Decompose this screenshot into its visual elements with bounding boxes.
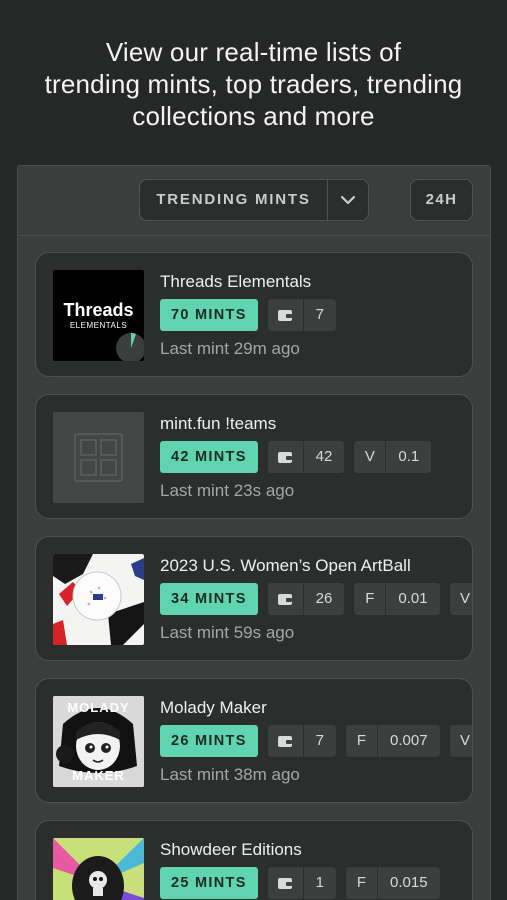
- headline: View our real-time lists of trending min…: [0, 36, 507, 132]
- stat-badges: 25 MINTS 1 F 0.015: [160, 867, 440, 899]
- last-mint-time: Last mint 59s ago: [160, 623, 295, 642]
- collection-thumbnail: [53, 838, 144, 900]
- floor-stat: F 0.007: [346, 725, 440, 757]
- wallet-icon: [268, 867, 304, 899]
- value-stat: V 0.1: [354, 441, 432, 473]
- mints-count-badge: 34 MINTS: [160, 583, 258, 615]
- wallet-icon: [268, 299, 304, 331]
- mints-count-badge: 25 MINTS: [160, 867, 258, 899]
- mints-count-badge: 42 MINTS: [160, 441, 258, 473]
- stat-key: F: [346, 725, 379, 757]
- collection-thumbnail: MOLADY MAKER: [53, 696, 144, 787]
- wallet-count: 7: [315, 306, 325, 323]
- collection-title: 2023 U.S. Women’s Open ArtBall: [160, 556, 411, 575]
- list-toolbar: TRENDING MINTS 24H: [18, 166, 490, 236]
- value-stat-clipped: V: [449, 583, 472, 615]
- thumb-title: Threads: [63, 300, 134, 320]
- stat-value: 0.1: [398, 448, 420, 465]
- stat-badges: 26 MINTS 7 F 0.007 V: [160, 725, 472, 757]
- headline-line-1: View our real-time lists of: [105, 37, 402, 67]
- floor-stat: F 0.015: [346, 867, 440, 899]
- thumb-subtitle: ELEMENTALS: [69, 321, 128, 330]
- stat-key: F: [346, 867, 379, 899]
- collection-card[interactable]: Threads ELEMENTALS Threads Elementals 70…: [35, 252, 473, 377]
- wallet-count: 42: [315, 448, 333, 465]
- thumb-text-top: MOLADY: [67, 700, 130, 715]
- stat-value: 0.007: [390, 732, 428, 749]
- chevron-down-icon[interactable]: [328, 180, 368, 220]
- trending-panel: TRENDING MINTS 24H Threads ELEMENTALS Th…: [17, 165, 491, 900]
- wallet-stat: 7: [267, 725, 337, 757]
- collection-title: Threads Elementals: [160, 272, 312, 291]
- wallet-stat: 1: [267, 867, 337, 899]
- stat-key: V: [450, 583, 472, 615]
- wallet-count: 26: [315, 590, 333, 607]
- collection-card[interactable]: Showdeer Editions 25 MINTS 1 F 0.015: [35, 820, 473, 900]
- stat-key: V: [354, 441, 387, 473]
- mint-progress-ring: [116, 333, 144, 361]
- headline-line-2: trending mints, top traders, trending: [44, 69, 463, 99]
- wallet-stat: 42: [267, 441, 345, 473]
- collection-card[interactable]: 2023 U.S. Women’s Open ArtBall 34 MINTS …: [35, 536, 473, 661]
- collection-title: Showdeer Editions: [160, 840, 302, 859]
- wallet-stat: 26: [267, 583, 345, 615]
- collection-thumbnail: [53, 554, 144, 645]
- wallet-icon: [268, 583, 304, 615]
- list-type-label: TRENDING MINTS: [140, 180, 328, 220]
- stat-key: V: [450, 725, 472, 757]
- value-stat-clipped: V: [449, 725, 472, 757]
- floor-stat: F 0.01: [354, 583, 440, 615]
- wallet-icon: [268, 441, 304, 473]
- collection-title: mint.fun !teams: [160, 414, 277, 433]
- collection-title: Molady Maker: [160, 698, 267, 717]
- time-period-button[interactable]: 24H: [410, 179, 473, 221]
- stat-badges: 70 MINTS 7: [160, 299, 337, 331]
- mints-count-badge: 70 MINTS: [160, 299, 258, 331]
- stat-value: 0.015: [390, 874, 428, 891]
- stat-badges: 42 MINTS 42 V 0.1: [160, 441, 432, 473]
- list-type-dropdown[interactable]: TRENDING MINTS: [139, 179, 369, 221]
- stat-value: 0.01: [398, 590, 428, 607]
- collection-card[interactable]: MOLADY MAKER Molady Maker 26 MINTS 7 F 0…: [35, 678, 473, 803]
- last-mint-time: Last mint 23s ago: [160, 481, 295, 500]
- last-mint-time: Last mint 29m ago: [160, 339, 300, 358]
- headline-line-3: collections and more: [132, 101, 375, 131]
- placeholder-image-icon: [53, 412, 144, 503]
- collection-thumbnail: Threads ELEMENTALS: [53, 270, 144, 361]
- wallet-icon: [268, 725, 304, 757]
- collection-card[interactable]: mint.fun !teams 42 MINTS 42 V 0.1 Last m…: [35, 394, 473, 519]
- stat-badges: 34 MINTS 26 F 0.01 V: [160, 583, 472, 615]
- wallet-count: 1: [315, 874, 325, 891]
- wallet-count: 7: [315, 732, 325, 749]
- stat-key: F: [354, 583, 387, 615]
- last-mint-time: Last mint 38m ago: [160, 765, 300, 784]
- mints-count-badge: 26 MINTS: [160, 725, 258, 757]
- wallet-stat: 7: [267, 299, 337, 331]
- thumb-text-bottom: MAKER: [72, 768, 125, 783]
